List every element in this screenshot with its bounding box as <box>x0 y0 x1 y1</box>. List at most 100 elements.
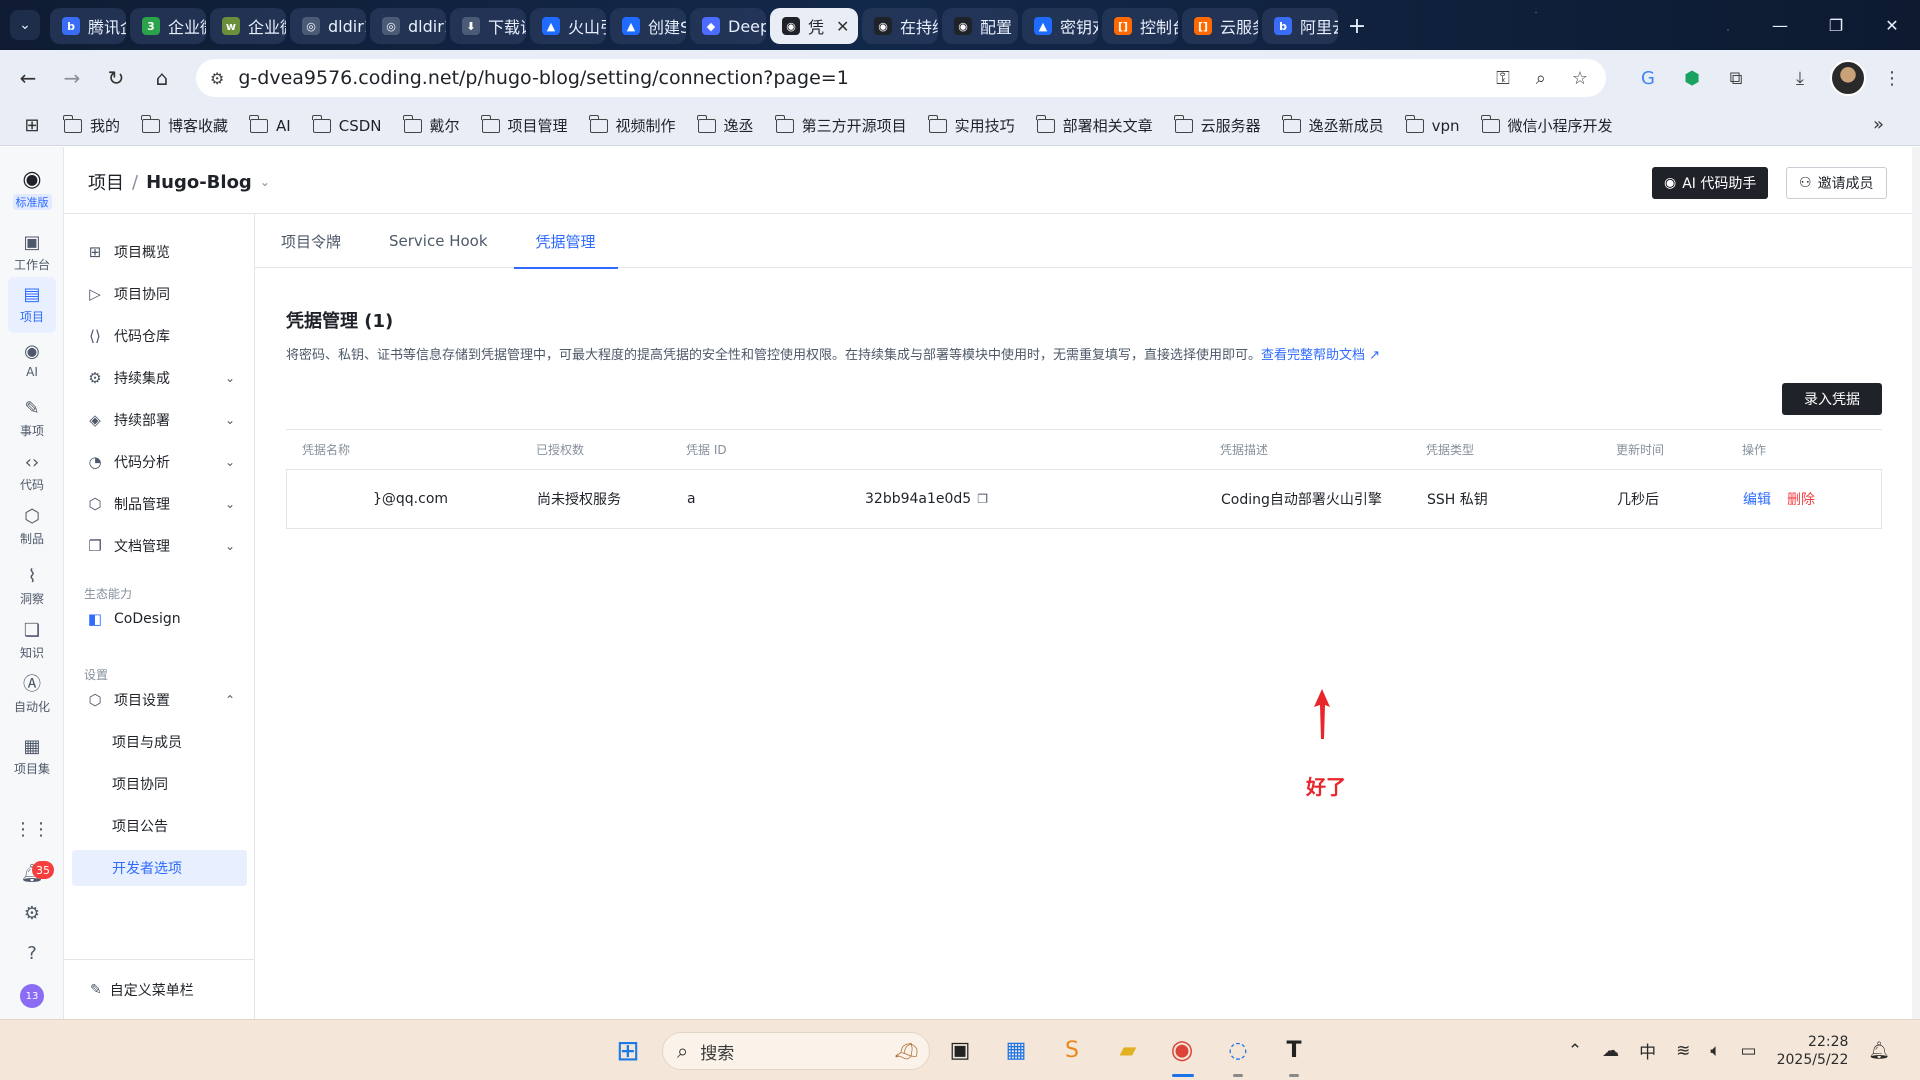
delete-button[interactable]: 删除 <box>1787 489 1815 509</box>
menu-kebab-icon[interactable]: ⋮ <box>1876 62 1908 94</box>
sidebar-item[interactable]: ◔ 代码分析 ⌄ <box>72 444 247 480</box>
browser-tab[interactable]: ◆ Deep <box>690 8 766 44</box>
coding-logo[interactable]: ◉ 标准版 <box>10 167 54 215</box>
copy-icon[interactable]: ❐ <box>977 492 988 506</box>
bookmark-folder[interactable]: 逸丞新成员 <box>1281 114 1384 136</box>
sidebar-item[interactable]: ⟨⟩ 代码仓库 <box>72 318 247 354</box>
ai-assistant-button[interactable]: ◉ AI 代码助手 <box>1652 167 1769 199</box>
bookmark-folder[interactable]: 逸丞 <box>696 114 754 136</box>
task-view-icon[interactable]: ▣ <box>942 1032 978 1068</box>
tab-tokens[interactable]: 项目令牌 <box>281 214 365 268</box>
apps-grid-icon[interactable]: ⊞ <box>22 115 42 136</box>
sublime-text-icon[interactable]: S <box>1054 1032 1090 1068</box>
clock[interactable]: 22:28 2025/5/22 <box>1777 1033 1849 1069</box>
address-bar[interactable]: ⚙ g-dvea9576.coding.net/p/hugo-blog/sett… <box>196 59 1606 97</box>
bookmark-folder[interactable]: 我的 <box>63 114 120 136</box>
bookmark-folder[interactable]: 部署相关文章 <box>1035 114 1153 136</box>
rail-item[interactable]: ⌇ 洞察 <box>8 559 56 615</box>
bookmark-folder[interactable]: 视频制作 <box>588 114 676 136</box>
close-window-icon[interactable]: ✕ <box>1864 0 1920 50</box>
browser-tab[interactable]: ◉ 在持续 <box>862 8 938 44</box>
browser-tab[interactable]: ⬇ 下载证 <box>450 8 526 44</box>
bookmark-star-icon[interactable]: ☆ <box>1572 68 1588 89</box>
tab-credentials[interactable]: 凭据管理 <box>513 214 618 269</box>
bookmark-folder[interactable]: 云服务器 <box>1173 114 1261 136</box>
file-explorer-icon[interactable]: ▰ <box>1110 1032 1146 1068</box>
browser-tab[interactable]: ▲ 密钥对 <box>1022 8 1098 44</box>
browser-tab[interactable]: [] 云服务 <box>1182 8 1258 44</box>
chevron-up-tray-icon[interactable]: ⌃ <box>1568 1041 1582 1061</box>
sidebar-item[interactable]: ⊞ 项目概览 <box>72 234 247 270</box>
store-icon[interactable]: ▦ <box>998 1032 1034 1068</box>
notification-center-icon[interactable]: 🔔︎ <box>1868 1041 1890 1061</box>
typora-icon[interactable]: T <box>1276 1032 1312 1068</box>
tab-service-hook[interactable]: Service Hook <box>389 214 512 268</box>
battery-icon[interactable]: ▭ <box>1741 1041 1757 1061</box>
more-bookmarks-icon[interactable]: » <box>1873 114 1884 135</box>
rail-item[interactable]: ⬡ 制品 <box>8 499 56 555</box>
browser-tab[interactable]: 3 企业微 <box>130 8 206 44</box>
downloads-icon[interactable]: ⤓ <box>1784 62 1816 94</box>
invite-member-button[interactable]: ⚇ 邀请成员 <box>1786 167 1887 199</box>
home-icon[interactable]: ⌂ <box>146 62 178 94</box>
tab-search-chevron-icon[interactable]: ⌄ <box>10 10 40 40</box>
sidebar-item-codesign[interactable]: ◧ CoDesign <box>72 601 247 637</box>
chat-app-icon[interactable]: ◌ <box>1220 1032 1256 1068</box>
close-tab-icon[interactable]: ✕ <box>836 17 849 36</box>
sidebar-item[interactable]: ◈ 持续部署 ⌄ <box>72 402 247 438</box>
sidebar-item[interactable]: ❐ 文档管理 ⌄ <box>72 528 247 564</box>
extensions-puzzle-icon[interactable]: ⧉ <box>1720 62 1752 94</box>
browser-tab[interactable]: ▲ 创建S <box>610 8 686 44</box>
sidebar-subitem[interactable]: 开发者选项 <box>72 850 247 886</box>
sidebar-item-project-settings[interactable]: ⬡ 项目设置 ⌃ <box>72 682 247 718</box>
sidebar-item[interactable]: ⚙ 持续集成 ⌄ <box>72 360 247 396</box>
page-scrollbar[interactable] <box>1912 147 1920 1019</box>
restore-icon[interactable]: ❐ <box>1808 0 1864 50</box>
customize-menu-button[interactable]: ✎ 自定义菜单栏 <box>64 959 255 1019</box>
breadcrumb-root[interactable]: 项目 <box>88 169 124 195</box>
bookmark-folder[interactable]: vpn <box>1404 114 1460 135</box>
cloud-offline-icon[interactable]: ☁ <box>1602 1041 1619 1061</box>
profile-avatar[interactable] <box>1830 60 1866 96</box>
forward-icon[interactable]: → <box>56 62 88 94</box>
bookmark-folder[interactable]: 戴尔 <box>402 114 460 136</box>
browser-tab[interactable]: ◎ dldir1 <box>370 8 446 44</box>
extension-icon[interactable]: ⬢ <box>1676 62 1708 94</box>
rail-item[interactable]: ❏ 知识 <box>8 613 56 669</box>
rail-item[interactable]: ◉ AI <box>8 333 56 389</box>
wifi-icon[interactable]: ≋ <box>1676 1041 1690 1061</box>
browser-tab[interactable]: w 企业微 <box>210 8 286 44</box>
windows-start-icon[interactable]: ⊞ <box>610 1032 646 1068</box>
rail-item[interactable]: ▣ 工作台 <box>8 225 56 281</box>
taskbar-search[interactable]: ⌕ 搜索 🧢︎ <box>662 1032 930 1070</box>
sidebar-subitem[interactable]: 项目公告 <box>72 808 247 844</box>
more-apps-icon[interactable]: ⋮⋮ <box>14 815 50 843</box>
user-avatar[interactable]: 13 <box>20 984 44 1008</box>
browser-tab[interactable]: b 阿里云 <box>1262 8 1338 44</box>
bookmark-folder[interactable]: AI <box>249 114 291 135</box>
browser-tab[interactable]: [] 控制台 <box>1102 8 1178 44</box>
bookmark-folder[interactable]: 第三方开源项目 <box>774 114 907 136</box>
browser-tab[interactable]: ◎ dldir1 <box>290 8 366 44</box>
back-icon[interactable]: ← <box>12 62 44 94</box>
rail-item[interactable]: ‹› 代码 <box>8 445 56 501</box>
rail-item[interactable]: ✎ 事项 <box>8 391 56 447</box>
bookmark-folder[interactable]: CSDN <box>311 114 382 135</box>
bookmark-folder[interactable]: 实用技巧 <box>927 114 1015 136</box>
browser-tab[interactable]: ◉ 配置 S <box>942 8 1018 44</box>
reload-icon[interactable]: ↻ <box>100 62 132 94</box>
bookmark-folder[interactable]: 博客收藏 <box>141 114 228 136</box>
project-name[interactable]: Hugo-Blog <box>146 172 252 193</box>
password-key-icon[interactable]: ⚿ <box>1496 68 1510 89</box>
zoom-icon[interactable]: ⌕ <box>1536 68 1546 89</box>
volume-icon[interactable]: 🔈︎ <box>1710 1041 1720 1061</box>
new-tab-icon[interactable]: + <box>1342 11 1372 41</box>
settings-gear-icon[interactable]: ⚙ <box>18 899 46 927</box>
chrome-icon[interactable]: ◉ <box>1164 1032 1200 1068</box>
project-switch-chevron-icon[interactable]: ⌄ <box>260 175 270 189</box>
browser-tab[interactable]: ◉ 凭 ✕ <box>770 8 858 44</box>
help-icon[interactable]: ? <box>18 939 46 967</box>
rail-item[interactable]: Ⓐ 自动化 <box>8 667 56 723</box>
sidebar-subitem[interactable]: 项目协同 <box>72 766 247 802</box>
translate-extension-icon[interactable]: G <box>1632 62 1664 94</box>
